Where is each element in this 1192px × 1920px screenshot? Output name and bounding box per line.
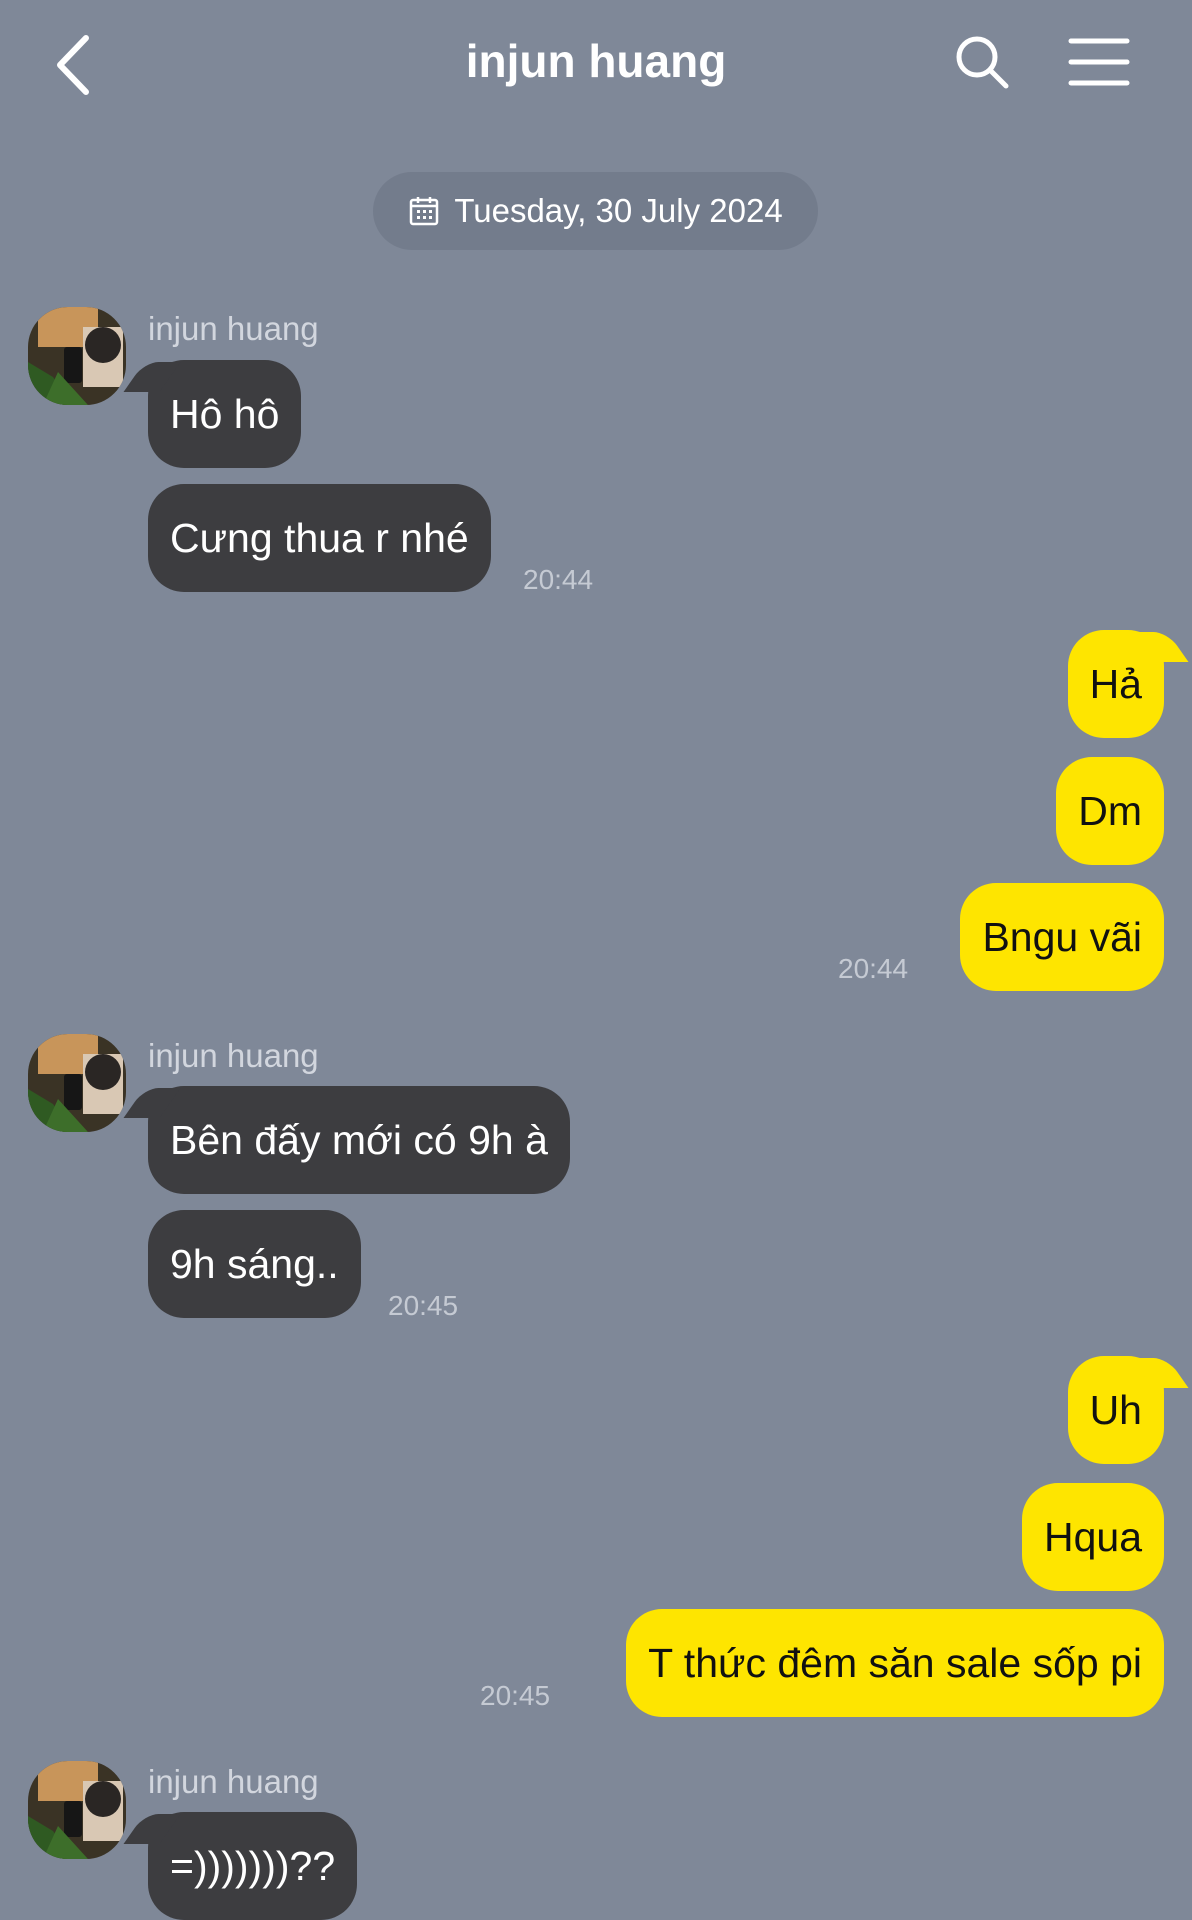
avatar[interactable] [28,1761,126,1859]
sender-name: injun huang [148,1037,319,1074]
message-text: Bên đấy mới có 9h à [170,1116,548,1163]
message-text: 9h sáng.. [170,1240,339,1287]
message-text: =)))))))?? [170,1842,336,1889]
message-timestamp: 20:45 [388,1290,459,1321]
message-text: Bngu vãi [982,913,1142,960]
chat-title: injun huang [465,35,727,87]
outgoing-message[interactable]: T thức đêm săn sale sốp pi [626,1609,1164,1717]
incoming-message[interactable]: =)))))))?? [123,1812,358,1920]
incoming-message[interactable]: Hô hô [123,360,302,468]
outgoing-message[interactable]: Hqua [1021,1483,1164,1591]
date-divider: Tuesday, 30 July 2024 [373,172,818,250]
message-text: Cưng thua r nhé [170,514,469,561]
incoming-message[interactable]: Bên đấy mới có 9h à [123,1086,570,1194]
incoming-message[interactable]: Cưng thua r nhé [148,484,491,592]
outgoing-message[interactable]: Dm [1056,757,1164,865]
outgoing-message[interactable]: Bngu vãi [960,883,1164,991]
outgoing-message[interactable]: Hả [1067,630,1189,738]
menu-icon[interactable] [1068,36,1130,88]
message-text: Hô hô [170,390,280,437]
sender-name: injun huang [148,310,319,347]
message-text: T thức đêm săn sale sốp pi [648,1639,1142,1686]
message-timestamp: 20:44 [838,953,909,984]
incoming-message[interactable]: 9h sáng.. [148,1210,361,1318]
outgoing-message[interactable]: Uh [1067,1356,1189,1464]
avatar[interactable] [28,307,126,405]
message-text: Hqua [1043,1513,1142,1560]
message-timestamp: 20:44 [523,564,594,595]
calendar-icon [410,197,439,226]
search-icon[interactable] [952,32,1012,92]
message-text: Hả [1089,660,1142,707]
date-label: Tuesday, 30 July 2024 [454,192,783,229]
sender-name: injun huang [148,1763,319,1800]
message-text: Dm [1078,787,1142,834]
chat-header: injun huang [0,0,1192,130]
message-timestamp: 20:45 [480,1680,551,1711]
avatar[interactable] [28,1034,126,1132]
message-text: Uh [1089,1386,1142,1433]
